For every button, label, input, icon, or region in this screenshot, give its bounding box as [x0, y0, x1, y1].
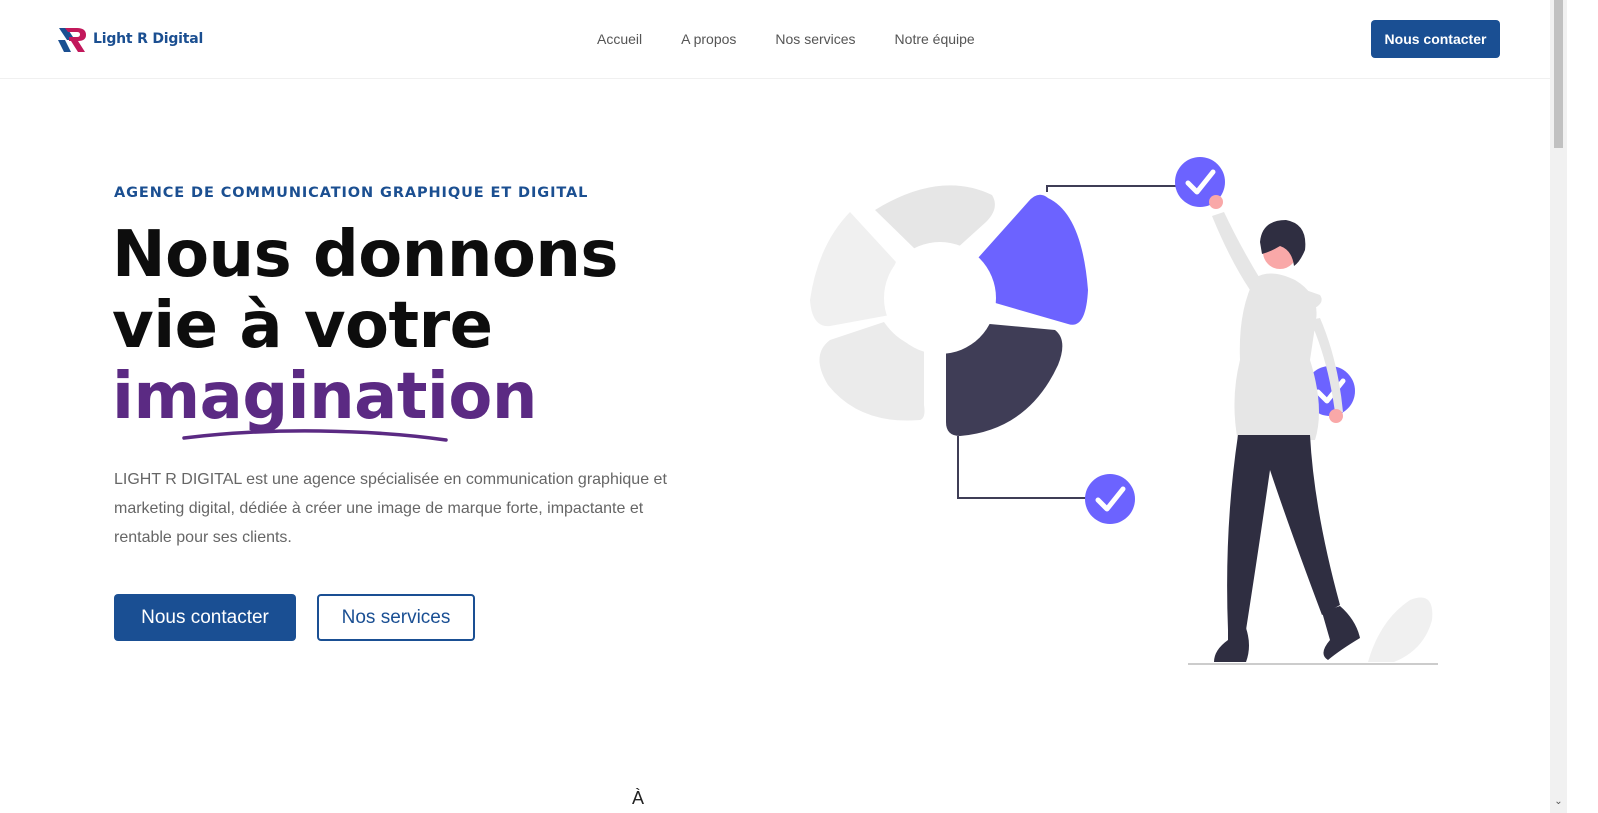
headline-accent: imagination: [112, 360, 537, 434]
headline-line-1: Nous donnons: [112, 218, 619, 292]
headline-line-2: vie à votre: [112, 289, 493, 363]
below-fold-text: À: [632, 788, 645, 808]
hero-headline: Nous donnons vie à votre imagination: [112, 218, 619, 434]
main-nav: Accueil A propos Nos services Notre équi…: [597, 30, 1014, 48]
accent-underline: [182, 429, 448, 442]
person-figure: [1209, 195, 1360, 662]
scroll-down-arrow-icon[interactable]: ⌄: [1553, 796, 1564, 807]
logo-r-icon: [58, 28, 86, 52]
plant-leaf: [1368, 597, 1433, 662]
nav-accueil[interactable]: Accueil: [597, 30, 642, 48]
scrollbar-thumb[interactable]: [1554, 0, 1563, 148]
logo-text: Light R Digital: [93, 31, 204, 47]
hero-intro: LIGHT R DIGITAL est une agence spécialis…: [114, 471, 667, 546]
check-icon-bottom: [1085, 474, 1135, 524]
hero-contact-button[interactable]: Nous contacter: [114, 594, 296, 641]
page-scrollbar[interactable]: ⌄: [1550, 0, 1567, 813]
petal-left: [810, 212, 896, 327]
brand-logo[interactable]: Light R Digital: [57, 24, 203, 54]
hero-eyebrow: AGENCE DE COMMUNICATION GRAPHIQUE ET DIG…: [114, 185, 589, 201]
hero-illustration: [810, 157, 1438, 665]
nav-a-propos[interactable]: A propos: [681, 30, 736, 48]
hero-services-button[interactable]: Nos services: [317, 594, 475, 641]
donut-hole: [884, 242, 996, 354]
petal-top: [875, 185, 995, 252]
nav-notre-equipe[interactable]: Notre équipe: [895, 30, 975, 48]
header-contact-button[interactable]: Nous contacter: [1371, 20, 1500, 58]
nav-nos-services[interactable]: Nos services: [775, 30, 855, 48]
site-header: Light R Digital Accueil A propos Nos ser…: [0, 0, 1550, 79]
